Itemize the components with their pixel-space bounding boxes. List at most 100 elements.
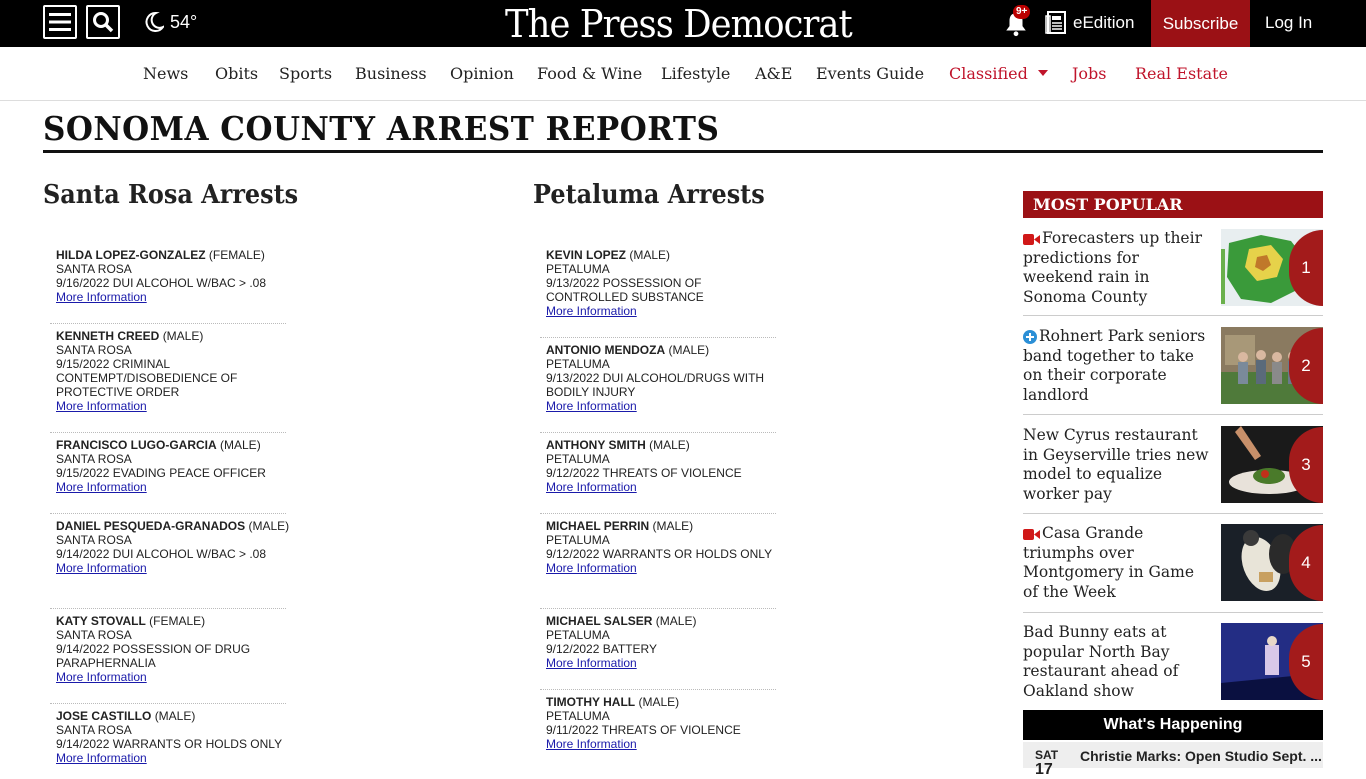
nav-item-news[interactable]: News	[143, 64, 188, 83]
most-popular-item[interactable]: Forecasters up their predictions for wee…	[1023, 229, 1323, 307]
arrest-sex: (MALE)	[649, 438, 690, 452]
arrest-name: FRANCISCO LUGO-GARCIA	[56, 438, 217, 452]
most-popular-item[interactable]: Bad Bunny eats at popular North Bay rest…	[1023, 623, 1323, 701]
arrest-name: KEVIN LOPEZ	[546, 248, 627, 262]
nav-item-obits[interactable]: Obits	[215, 64, 258, 83]
more-information-link[interactable]: More Information	[56, 751, 147, 765]
search-button[interactable]	[86, 5, 120, 39]
more-information-link[interactable]: More Information	[56, 290, 147, 304]
arrest-entry: MICHAEL SALSER (MALE) PETALUMA 9/12/2022…	[546, 614, 782, 670]
page-title: SONOMA COUNTY ARREST REPORTS	[43, 109, 720, 148]
nav-item-opinion[interactable]: Opinion	[450, 64, 514, 83]
more-information-link[interactable]: More Information	[546, 561, 637, 575]
menu-button[interactable]	[43, 5, 77, 39]
eedition-label: eEdition	[1073, 13, 1135, 32]
event-title[interactable]: Christie Marks: Open Studio Sept. ...	[1080, 748, 1322, 764]
entry-divider	[50, 608, 286, 609]
more-information-link[interactable]: More Information	[56, 399, 147, 413]
seniors-photo-thumbnail[interactable]: 2	[1221, 327, 1323, 404]
arrest-date: 9/13/2022	[546, 371, 600, 385]
site-logo[interactable]: The Press Democrat	[505, 2, 853, 46]
entry-divider	[540, 689, 776, 690]
arrest-charge: WARRANTS OR HOLDS ONLY	[602, 547, 773, 561]
nav-item-business[interactable]: Business	[355, 64, 427, 83]
more-information-link[interactable]: More Information	[546, 656, 637, 670]
arrest-entry: TIMOTHY HALL (MALE) PETALUMA 9/11/2022 T…	[546, 695, 782, 751]
nav-item-ae[interactable]: A&E	[755, 64, 792, 83]
most-popular-item[interactable]: Rohnert Park seniors band together to ta…	[1023, 327, 1323, 405]
chevron-down-icon[interactable]	[1038, 70, 1048, 76]
arrest-date: 9/14/2022	[56, 642, 110, 656]
most-popular-item[interactable]: New Cyrus restaurant in Geyserville trie…	[1023, 426, 1323, 504]
nav-item-real-estate[interactable]: Real Estate	[1135, 64, 1228, 83]
entry-divider	[50, 323, 286, 324]
nav-item-lifestyle[interactable]: Lifestyle	[661, 64, 730, 83]
most-popular-item[interactable]: Casa Grande triumphs over Montgomery in …	[1023, 524, 1323, 602]
arrest-sex: (FEMALE)	[208, 248, 265, 262]
nav-item-classified[interactable]: Classified	[949, 64, 1028, 83]
arrest-date: 9/14/2022	[56, 737, 110, 751]
arrest-date: 9/14/2022	[56, 547, 110, 561]
entry-divider	[50, 513, 286, 514]
arrest-city: SANTA ROSA	[56, 343, 132, 357]
arrest-charge: BATTERY	[602, 642, 657, 656]
arrest-sex: (MALE)	[668, 343, 710, 357]
more-information-link[interactable]: More Information	[546, 480, 637, 494]
football-photo-thumbnail[interactable]: 4	[1221, 524, 1323, 601]
more-information-link[interactable]: More Information	[546, 304, 637, 318]
concert-photo-thumbnail[interactable]: 5	[1221, 623, 1323, 700]
most-popular-divider	[1023, 612, 1323, 613]
arrest-name: KENNETH CREED	[56, 329, 160, 343]
most-popular-title[interactable]: Casa Grande triumphs over Montgomery in …	[1023, 524, 1213, 602]
most-popular-title[interactable]: New Cyrus restaurant in Geyserville trie…	[1023, 426, 1213, 504]
weather-widget[interactable]: 54°	[144, 11, 197, 33]
event-day: SAT	[1035, 748, 1059, 762]
most-popular-heading: MOST POPULAR	[1023, 191, 1323, 218]
more-information-link[interactable]: More Information	[546, 399, 637, 413]
more-information-link[interactable]: More Information	[546, 737, 637, 751]
notification-badge: 9+	[1013, 5, 1031, 19]
plus-circle-icon	[1023, 330, 1037, 344]
most-popular-title[interactable]: Bad Bunny eats at popular North Bay rest…	[1023, 623, 1213, 701]
arrest-city: SANTA ROSA	[56, 452, 132, 466]
arrest-charge: WARRANTS OR HOLDS ONLY	[112, 737, 283, 751]
most-popular-title[interactable]: Rohnert Park seniors band together to ta…	[1023, 327, 1213, 405]
arrest-city: PETALUMA	[546, 628, 610, 642]
forecast-map-thumbnail[interactable]: 1	[1221, 229, 1323, 306]
nav-item-food-wine[interactable]: Food & Wine	[537, 64, 642, 83]
arrest-name: MICHAEL SALSER	[546, 614, 653, 628]
arrest-entry: JOSE CASTILLO (MALE) SANTA ROSA 9/14/202…	[56, 709, 292, 768]
restaurant-dish-thumbnail[interactable]: 3	[1221, 426, 1323, 503]
arrest-name: ANTHONY SMITH	[546, 438, 646, 452]
arrest-charge: EVADING PEACE OFFICER	[112, 466, 266, 480]
event-date: 17	[1035, 761, 1053, 778]
arrest-city: PETALUMA	[546, 357, 610, 371]
arrest-name: KATY STOVALL	[56, 614, 146, 628]
subscribe-button[interactable]: Subscribe	[1151, 0, 1250, 47]
entry-divider	[540, 432, 776, 433]
eedition-link[interactable]: eEdition	[1045, 11, 1134, 35]
arrest-name: TIMOTHY HALL	[546, 695, 636, 709]
most-popular-title[interactable]: Forecasters up their predictions for wee…	[1023, 229, 1213, 307]
arrest-name: HILDA LOPEZ-GONZALEZ	[56, 248, 206, 262]
entry-divider	[50, 432, 286, 433]
arrest-name: DANIEL PESQUEDA-GRANADOS	[56, 519, 246, 533]
nav-item-events-guide[interactable]: Events Guide	[816, 64, 924, 83]
more-information-link[interactable]: More Information	[56, 480, 147, 494]
entry-divider	[50, 703, 286, 704]
arrest-entry: KATY STOVALL (FEMALE) SANTA ROSA 9/14/20…	[56, 614, 292, 684]
arrest-sex: (MALE)	[629, 248, 671, 262]
arrest-city: PETALUMA	[546, 452, 610, 466]
video-icon	[1023, 528, 1040, 540]
whats-happening-heading: What's Happening	[1023, 710, 1323, 740]
more-information-link[interactable]: More Information	[56, 561, 147, 575]
nav-item-jobs[interactable]: Jobs	[1072, 64, 1107, 83]
nav-item-sports[interactable]: Sports	[279, 64, 332, 83]
more-information-link[interactable]: More Information	[56, 670, 147, 684]
arrest-entry: ANTONIO MENDOZA (MALE) PETALUMA 9/13/202…	[546, 343, 782, 413]
arrest-date: 9/15/2022	[56, 466, 110, 480]
event-item[interactable]: SAT 17 Christie Marks: Open Studio Sept.…	[1023, 742, 1323, 778]
arrest-entry: KENNETH CREED (MALE) SANTA ROSA 9/15/202…	[56, 329, 292, 413]
arrest-date: 9/16/2022	[56, 276, 110, 290]
login-link[interactable]: Log In	[1265, 13, 1312, 33]
